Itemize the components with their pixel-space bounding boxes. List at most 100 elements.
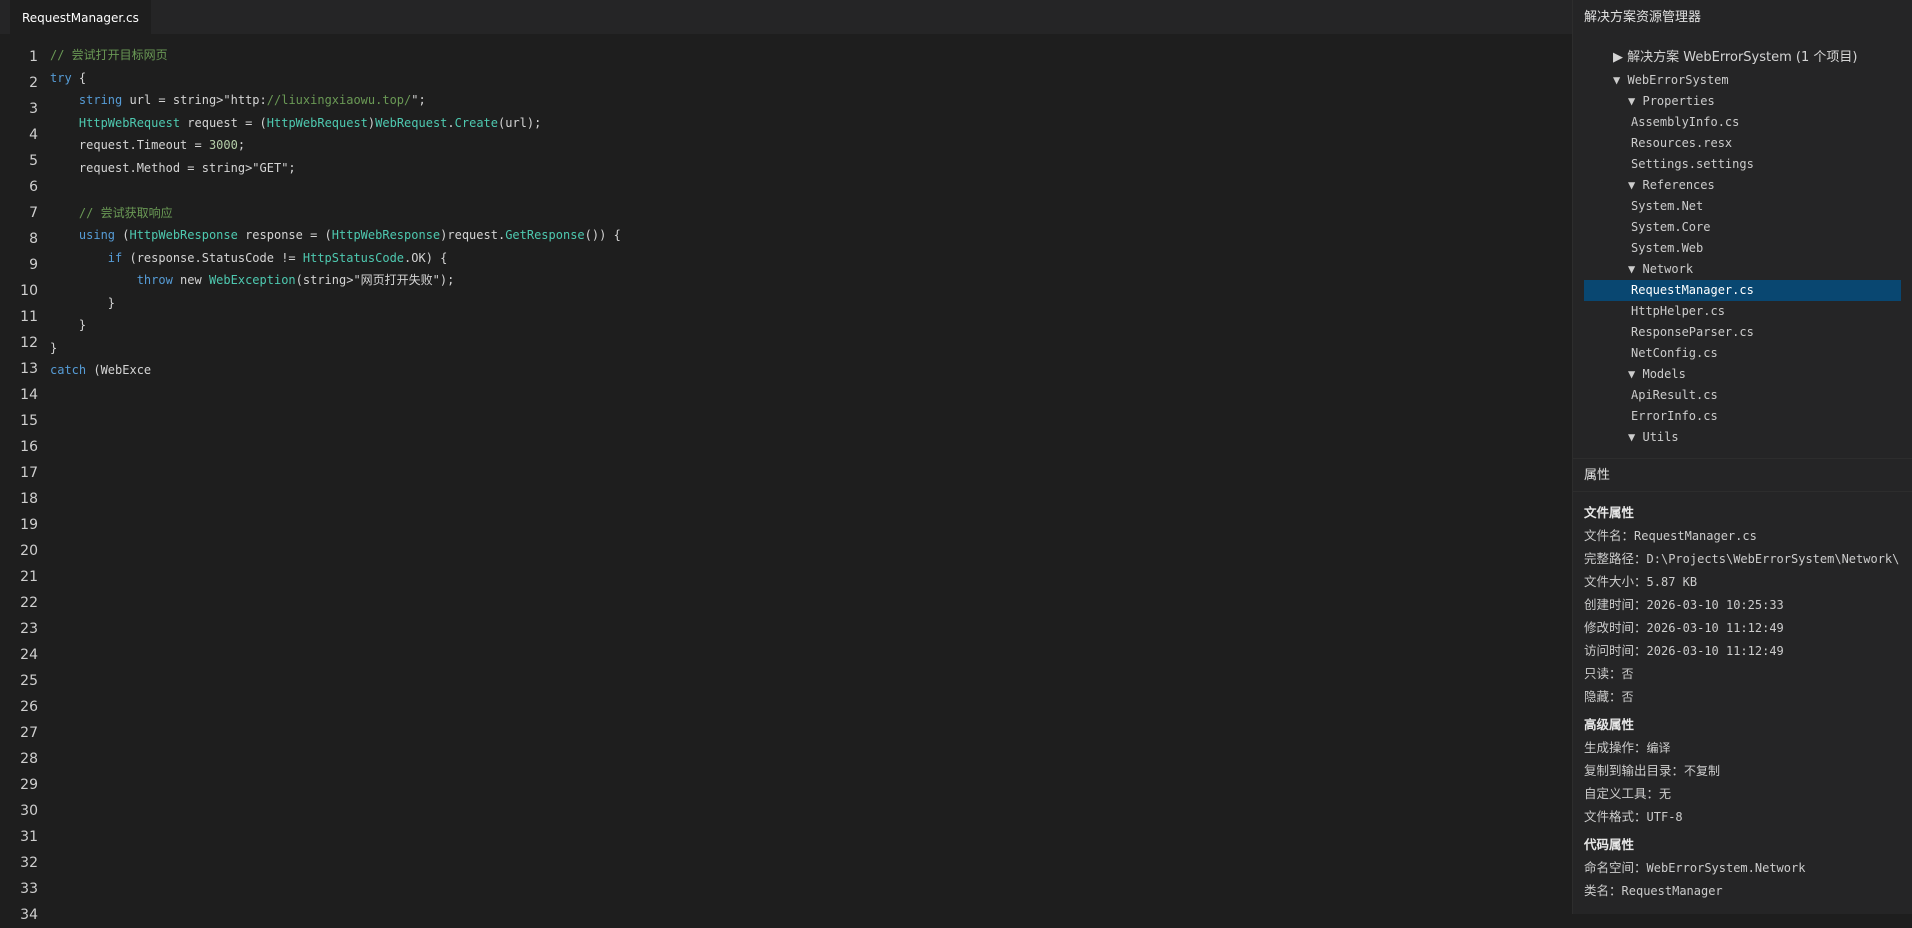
property-key: 创建时间： bbox=[1584, 597, 1647, 612]
tree-item[interactable]: ErrorInfo.cs bbox=[1573, 406, 1912, 427]
code-line[interactable]: } bbox=[50, 337, 1572, 360]
line-number: 20 bbox=[20, 543, 38, 559]
line-number: 7 bbox=[29, 205, 38, 221]
code-area[interactable]: // 尝试打开目标网页 try { string url = string>"ht… bbox=[50, 44, 1572, 382]
property-row: 命名空间：WebErrorSystem.Network bbox=[1584, 856, 1912, 879]
tree-item[interactable]: Resources.resx bbox=[1573, 133, 1912, 154]
code-line[interactable] bbox=[50, 179, 1572, 202]
code-token: { bbox=[71, 70, 87, 85]
line-number: 25 bbox=[20, 673, 38, 689]
code-token: WebRequest bbox=[375, 115, 448, 130]
property-row: 复制到输出目录：不复制 bbox=[1584, 759, 1912, 782]
tree-item[interactable]: System.Core bbox=[1573, 217, 1912, 238]
tree-item[interactable]: RequestManager.cs bbox=[1584, 280, 1901, 301]
tree-item[interactable]: NetConfig.cs bbox=[1573, 343, 1912, 364]
code-token: (WebExce bbox=[86, 363, 152, 377]
chevron-down-icon[interactable]: ▼ bbox=[1628, 430, 1635, 444]
tree-item-label: Network bbox=[1642, 262, 1694, 276]
code-token: catch bbox=[50, 363, 87, 377]
tree-item[interactable]: ResponseParser.cs bbox=[1573, 322, 1912, 343]
code-line[interactable]: try { bbox=[50, 67, 1572, 90]
tree-item-label: RequestManager.cs bbox=[1631, 283, 1754, 297]
tree-solution-root[interactable]: ▶ 解决方案 WebErrorSystem (1 个项目) bbox=[1573, 46, 1912, 70]
property-key: 文件大小： bbox=[1584, 574, 1647, 589]
property-key: 文件格式： bbox=[1584, 809, 1647, 824]
code-line[interactable]: catch (WebExce bbox=[50, 359, 1572, 382]
tree-item[interactable]: ApiResult.cs bbox=[1573, 385, 1912, 406]
property-key: 生成操作： bbox=[1584, 740, 1647, 755]
code-line[interactable]: // 尝试打开目标网页 bbox=[50, 44, 1572, 67]
code-token: } bbox=[50, 295, 116, 310]
code-line[interactable]: // 尝试获取响应 bbox=[50, 202, 1572, 225]
tree-item[interactable]: ▼ Utils bbox=[1573, 427, 1912, 448]
code-token: // 尝试获取响应 bbox=[78, 205, 173, 220]
tree-item[interactable]: ▼ Properties bbox=[1573, 91, 1912, 112]
code-token: request.Timeout = bbox=[50, 138, 209, 152]
code-token: HttpWebResponse bbox=[129, 228, 238, 242]
code-token: Create bbox=[454, 115, 498, 130]
tree-item[interactable]: ▼ Models bbox=[1573, 364, 1912, 385]
chevron-down-icon[interactable]: ▼ bbox=[1628, 367, 1635, 381]
code-token: request = ( bbox=[180, 115, 267, 130]
code-line[interactable]: string url = string>"http://liuxingxiaow… bbox=[50, 89, 1572, 112]
tree-item-label: NetConfig.cs bbox=[1631, 346, 1718, 360]
code-line[interactable]: } bbox=[50, 292, 1572, 315]
solution-explorer-title: 解决方案资源管理器 bbox=[1573, 0, 1912, 34]
tree-item[interactable]: System.Net bbox=[1573, 196, 1912, 217]
property-row: 生成操作：编译 bbox=[1584, 736, 1912, 759]
code-token: new bbox=[172, 273, 209, 287]
tree-item[interactable]: HttpHelper.cs bbox=[1573, 301, 1912, 322]
tab-request-manager[interactable]: RequestManager.cs bbox=[10, 0, 151, 34]
properties-section-heading: 高级属性 bbox=[1584, 717, 1635, 732]
line-number: 1 bbox=[29, 49, 38, 65]
tree-item-label: System.Core bbox=[1631, 220, 1711, 234]
chevron-down-icon[interactable]: ▼ bbox=[1628, 178, 1635, 192]
code-line[interactable]: if (response.StatusCode != HttpStatusCod… bbox=[50, 247, 1572, 270]
code-line[interactable]: HttpWebRequest request = (HttpWebRequest… bbox=[50, 112, 1572, 135]
tree-item[interactable]: System.Web bbox=[1573, 238, 1912, 259]
code-token: HttpWebResponse bbox=[331, 228, 441, 242]
chevron-down-icon[interactable]: ▼ bbox=[1628, 94, 1635, 108]
tree-item-label: ResponseParser.cs bbox=[1631, 325, 1754, 339]
line-number: 4 bbox=[29, 127, 38, 143]
tree-item[interactable]: ▼ Network bbox=[1573, 259, 1912, 280]
code-token: (string>"网页打开失败"); bbox=[295, 273, 455, 287]
line-number: 12 bbox=[20, 335, 38, 351]
code-token: request.Method = string>"GET"; bbox=[50, 160, 296, 175]
chevron-down-icon[interactable]: ▼ bbox=[1628, 262, 1635, 276]
tree-item[interactable]: ▼ WebErrorSystem bbox=[1573, 70, 1912, 91]
code-line[interactable]: using (HttpWebResponse response = (HttpW… bbox=[50, 224, 1572, 247]
tree-item-label: System.Net bbox=[1631, 199, 1704, 213]
line-number: 26 bbox=[20, 699, 38, 715]
tree-item-label: Properties bbox=[1642, 94, 1715, 108]
line-number: 18 bbox=[20, 491, 38, 507]
code-line[interactable]: throw new WebException(string>"网页打开失败"); bbox=[50, 269, 1572, 292]
tree-item-label: Settings.settings bbox=[1631, 157, 1754, 171]
line-number: 6 bbox=[29, 179, 38, 195]
code-line[interactable]: } bbox=[50, 314, 1572, 337]
code-token: HttpWebRequest bbox=[78, 115, 181, 130]
property-key: 自定义工具： bbox=[1584, 786, 1660, 801]
tree-item[interactable]: Settings.settings bbox=[1573, 154, 1912, 175]
line-number: 23 bbox=[20, 621, 38, 637]
code-line[interactable]: request.Method = string>"GET"; bbox=[50, 157, 1572, 180]
chevron-down-icon[interactable]: ▼ bbox=[1613, 73, 1620, 87]
property-value: 无 bbox=[1659, 787, 1672, 801]
line-number: 17 bbox=[20, 465, 38, 481]
tree-item-label: HttpHelper.cs bbox=[1631, 304, 1725, 318]
property-row: 访问时间：2026-03-10 11:12:49 bbox=[1584, 639, 1912, 662]
tree-item[interactable]: AssemblyInfo.cs bbox=[1573, 112, 1912, 133]
tree-item-label: AssemblyInfo.cs bbox=[1631, 115, 1740, 129]
code-editor[interactable]: 1 2 3 4 5 6 7 8 9 10 11 12 13 14 15 16 17 18 19 20 21 22 23 24 2… bbox=[0, 34, 1572, 923]
solution-tree[interactable]: ▶ 解决方案 WebErrorSystem (1 个项目) ▼ WebErrorS… bbox=[1573, 46, 1912, 456]
property-value: 否 bbox=[1621, 690, 1634, 704]
tree-item[interactable]: ▼ References bbox=[1573, 175, 1912, 196]
code-line[interactable]: request.Timeout = 3000; bbox=[50, 134, 1572, 157]
property-row: 文件大小：5.87 KB bbox=[1584, 570, 1912, 593]
line-number: 2 bbox=[29, 75, 38, 91]
property-value: RequestManager bbox=[1621, 884, 1723, 898]
property-key: 命名空间： bbox=[1584, 860, 1647, 875]
line-number: 32 bbox=[20, 855, 38, 871]
